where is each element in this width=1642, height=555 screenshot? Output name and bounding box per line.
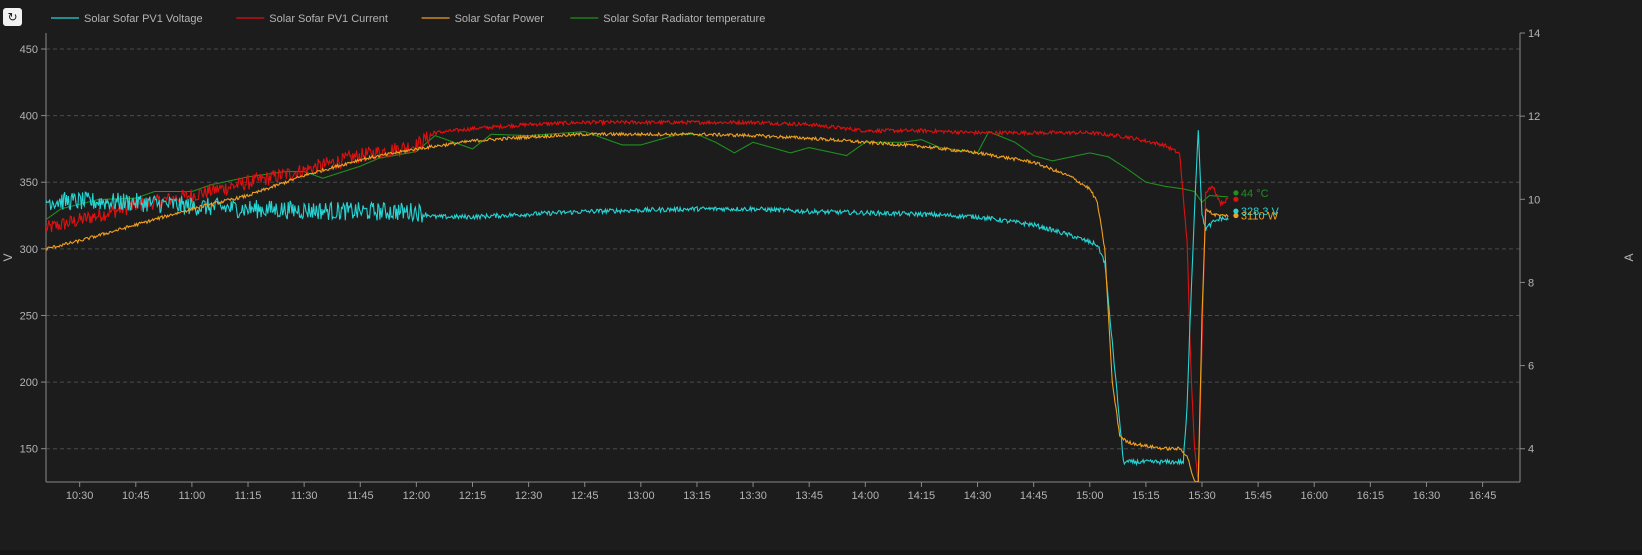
x-tick-label: 12:15 — [459, 490, 487, 502]
y-right-axis-title: A — [1622, 253, 1636, 261]
left-tick-label: 400 — [20, 111, 38, 123]
left-tick-label: 250 — [20, 310, 38, 322]
x-tick-label: 11:45 — [347, 490, 374, 502]
left-tick-label: 200 — [20, 377, 38, 389]
x-tick-label: 12:45 — [571, 490, 599, 502]
x-tick-label: 16:30 — [1413, 490, 1441, 502]
x-tick-label: 13:00 — [627, 490, 655, 502]
y-left-axis-title: V — [1, 253, 15, 261]
axes: 150 200 250 300 350 400 450 4 6 8 10 12 14 10:30 10:45… — [1, 28, 1636, 502]
x-tick-label: 15:30 — [1188, 490, 1216, 502]
right-tick-label: 4 — [1528, 444, 1534, 456]
bottom-bar — [0, 550, 1642, 555]
legend-label-temperature[interactable]: Solar Sofar Radiator temperature — [603, 13, 765, 25]
x-tick-label: 14:00 — [852, 490, 880, 502]
series-line-temperature[interactable] — [46, 130, 1229, 220]
end-labels: 44 °C328.3 V3110 W — [1233, 188, 1280, 223]
x-tick-label: 11:00 — [179, 490, 206, 502]
left-tick-label: 150 — [20, 444, 38, 456]
x-tick-label: 10:45 — [122, 490, 150, 502]
series-line-power[interactable] — [46, 131, 1229, 483]
chart-svg: Solar Sofar PV1 Voltage Solar Sofar PV1 C… — [1, 13, 1636, 502]
chart-root: ↻ Solar Sofar PV1 Voltage Solar Sofar PV1… — [0, 0, 1642, 555]
right-tick-label: 10 — [1528, 194, 1540, 206]
right-tick-label: 8 — [1528, 277, 1534, 289]
refresh-button[interactable]: ↻ — [3, 8, 22, 26]
x-tick-label: 11:15 — [235, 490, 262, 502]
x-tick-label: 15:45 — [1244, 490, 1272, 502]
x-tick-label: 14:30 — [964, 490, 992, 502]
left-tick-label: 300 — [20, 244, 38, 256]
x-tick-label: 12:30 — [515, 490, 543, 502]
end-marker-power — [1233, 212, 1239, 219]
legend-label-voltage[interactable]: Solar Sofar PV1 Voltage — [84, 13, 203, 25]
x-tick-label: 14:15 — [908, 490, 936, 502]
end-label-power: 3110 W — [1241, 211, 1279, 223]
series-line-current[interactable] — [46, 118, 1229, 482]
series-area — [46, 118, 1229, 483]
end-marker-temperature — [1233, 190, 1239, 196]
x-tick-label: 15:15 — [1132, 490, 1160, 502]
refresh-icon: ↻ — [7, 10, 18, 24]
x-tick-label: 12:00 — [403, 490, 431, 502]
left-tick-label: 350 — [20, 177, 38, 189]
x-tick-label: 16:15 — [1357, 490, 1385, 502]
x-tick-label: 14:45 — [1020, 490, 1048, 502]
x-tick-label: 15:00 — [1076, 490, 1104, 502]
right-tick-label: 14 — [1528, 28, 1540, 40]
series-line-voltage[interactable] — [46, 130, 1229, 467]
end-marker-current — [1233, 196, 1239, 202]
x-tick-label: 10:30 — [66, 490, 94, 502]
x-tick-label: 13:45 — [795, 490, 823, 502]
x-tick-label: 11:30 — [291, 490, 318, 502]
right-tick-label: 6 — [1528, 361, 1534, 373]
x-tick-label: 13:15 — [683, 490, 711, 502]
end-label-temperature: 44 °C — [1241, 188, 1269, 200]
x-tick-label: 13:30 — [739, 490, 767, 502]
legend: Solar Sofar PV1 Voltage Solar Sofar PV1 C… — [51, 13, 765, 25]
x-tick-label: 16:00 — [1300, 490, 1328, 502]
legend-label-power[interactable]: Solar Sofar Power — [455, 13, 545, 25]
legend-label-current[interactable]: Solar Sofar PV1 Current — [269, 13, 388, 25]
right-tick-label: 12 — [1528, 111, 1540, 123]
left-tick-label: 450 — [20, 44, 38, 56]
grid — [46, 48, 1520, 450]
x-tick-label: 16:45 — [1469, 490, 1497, 502]
